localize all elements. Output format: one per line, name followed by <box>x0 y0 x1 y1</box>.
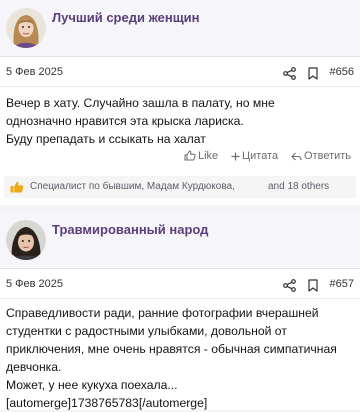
post-657: Травмированный народ 5 Фев 2025 #657 Спр… <box>0 212 360 410</box>
author-bar: Травмированный народ <box>0 212 360 269</box>
post-meta: 5 Фев 2025 #657 <box>0 274 360 299</box>
avatar[interactable] <box>6 220 46 260</box>
post-date[interactable]: 5 Фев 2025 <box>6 278 63 290</box>
post-body: Вечер в хату. Случайно зашла в палату, н… <box>6 96 275 146</box>
bookmark-icon[interactable] <box>308 67 318 80</box>
author-name[interactable]: Лучший среди женщин <box>52 10 200 25</box>
plus-icon <box>231 152 240 161</box>
reply-label: Ответить <box>304 150 352 162</box>
post-number[interactable]: #656 <box>330 66 354 78</box>
author-name[interactable]: Травмированный народ <box>52 222 208 237</box>
reactions-more[interactable]: and 18 others <box>268 181 329 192</box>
reactions-bar[interactable]: Специалист по бывшим, Мадам Курдюкова, a… <box>4 176 356 198</box>
thumbs-up-icon <box>10 181 24 193</box>
like-label: Like <box>198 150 219 162</box>
avatar[interactable] <box>6 8 46 48</box>
post-number[interactable]: #657 <box>330 278 354 290</box>
author-bar: Лучший среди женщин <box>0 0 360 57</box>
bookmark-icon[interactable] <box>308 279 318 292</box>
like-button[interactable]: Like <box>184 150 218 162</box>
reply-button[interactable]: Ответить <box>291 150 351 162</box>
like-icon <box>184 150 196 161</box>
quote-label: Цитата <box>242 150 279 162</box>
post-656: Лучший среди женщин 5 Фев 2025 #656 Вече… <box>0 0 360 205</box>
post-body: Справедливости ради, ранние фотографии в… <box>6 306 337 410</box>
post-meta: 5 Фев 2025 #656 <box>0 62 360 87</box>
reactions-users[interactable]: Специалист по бывшим, Мадам Курдюкова, <box>30 181 235 192</box>
post-actions: Like Цитата Ответить <box>0 150 354 168</box>
share-icon[interactable] <box>283 67 296 80</box>
quote-button[interactable]: Цитата <box>231 150 278 162</box>
post-date[interactable]: 5 Фев 2025 <box>6 66 63 78</box>
reply-icon <box>291 152 302 161</box>
share-icon[interactable] <box>283 279 296 292</box>
